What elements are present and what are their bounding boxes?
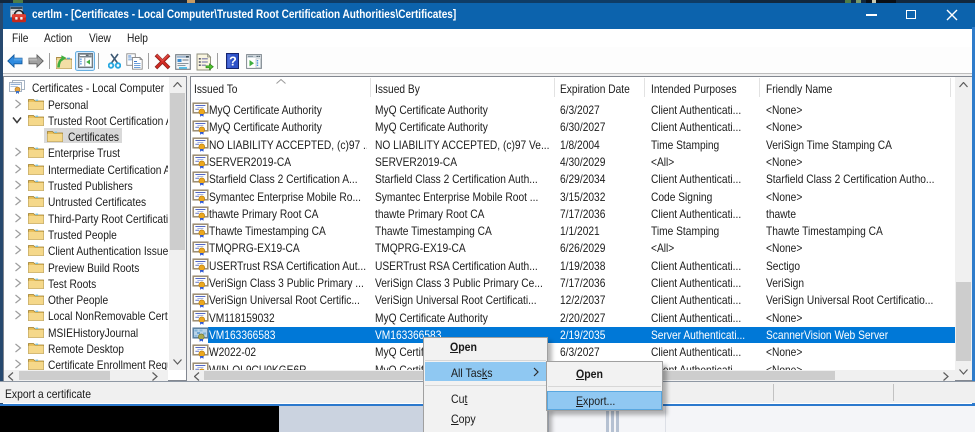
svg-text:?: ? (229, 55, 237, 69)
